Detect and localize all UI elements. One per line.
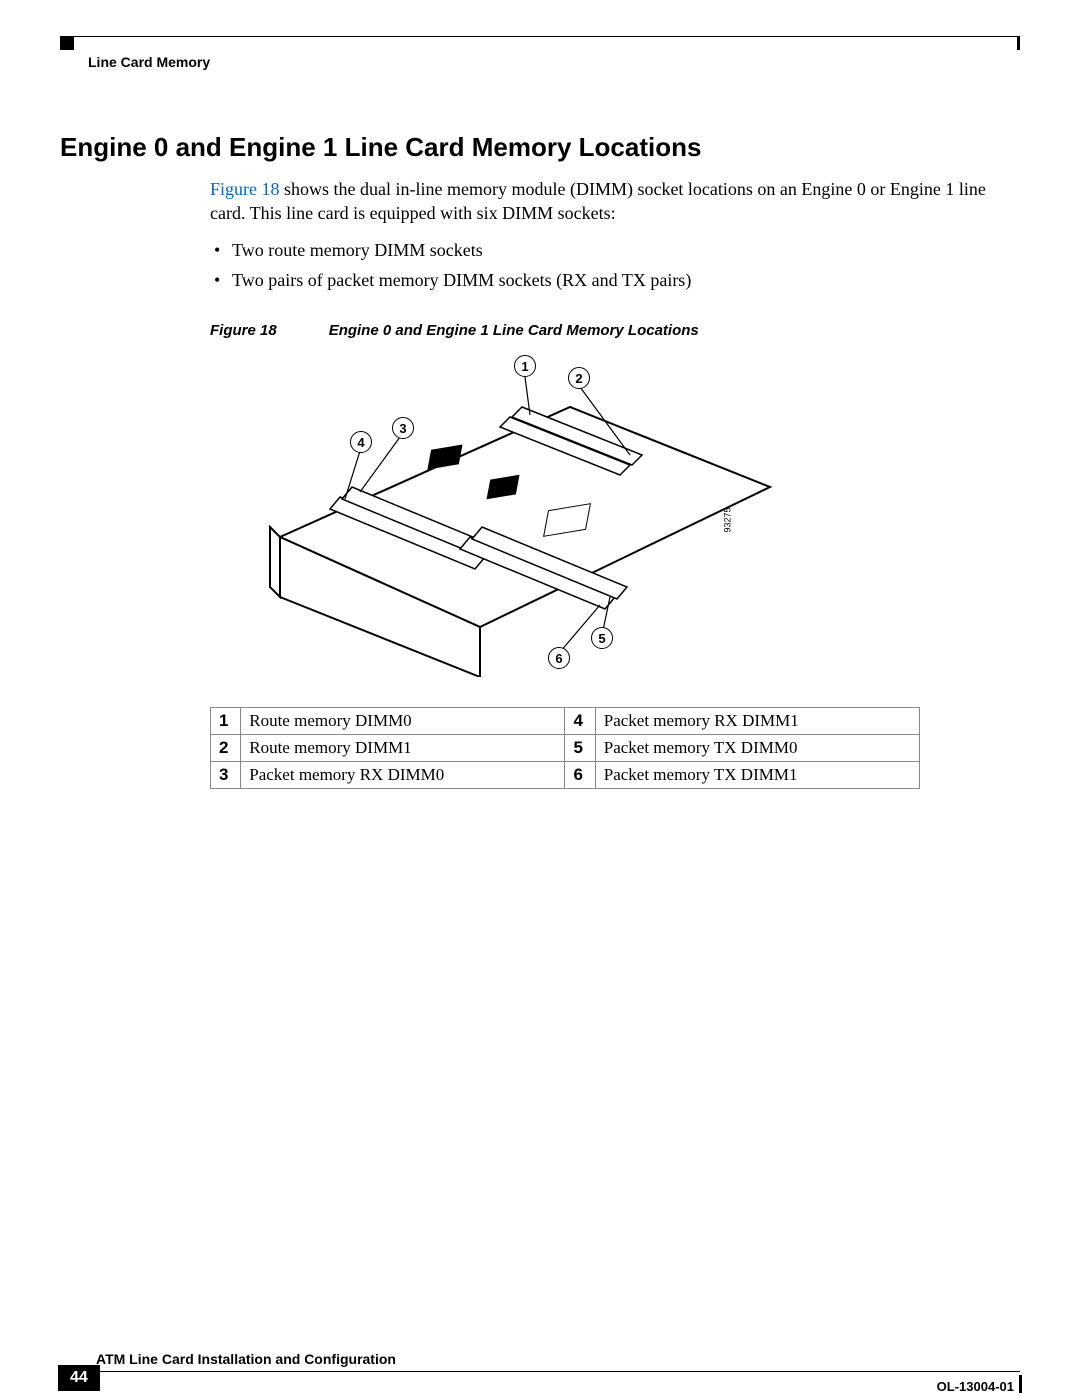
header-bar-icon [1017,36,1020,50]
footer-doc-title: ATM Line Card Installation and Configura… [96,1351,396,1367]
figure-caption-text: Engine 0 and Engine 1 Line Card Memory L… [329,322,699,339]
line-card-drawing [210,347,830,677]
figure-label: Figure 18 [210,322,277,339]
table-row: 3 Packet memory RX DIMM0 6 Packet memory… [211,762,920,789]
page-number: 44 [58,1365,100,1391]
figure-reference-link[interactable]: Figure 18 [210,179,280,199]
callout-key-table: 1 Route memory DIMM0 4 Packet memory RX … [210,707,920,789]
footer-rule [92,1371,1020,1372]
intro-text: shows the dual in-line memory module (DI… [210,179,986,223]
table-row: 2 Route memory DIMM1 5 Packet memory TX … [211,735,920,762]
intro-paragraph: Figure 18 shows the dual in-line memory … [210,177,1020,292]
table-row: 1 Route memory DIMM0 4 Packet memory RX … [211,708,920,735]
footer-bar-icon [1019,1375,1022,1393]
figure-illustration: 1 2 3 4 5 6 93275 [210,347,830,677]
bullet-item: Two pairs of packet memory DIMM sockets … [210,268,1020,292]
doc-id: OL-13004-01 [937,1379,1014,1394]
header-square-icon [60,36,74,50]
section-title: Engine 0 and Engine 1 Line Card Memory L… [60,132,1020,163]
bullet-item: Two route memory DIMM sockets [210,238,1020,262]
running-head: Line Card Memory [88,54,210,70]
top-rule [60,36,1020,37]
art-number: 93275 [722,508,732,533]
figure-caption: Figure 18 Engine 0 and Engine 1 Line Card… [210,322,1020,339]
